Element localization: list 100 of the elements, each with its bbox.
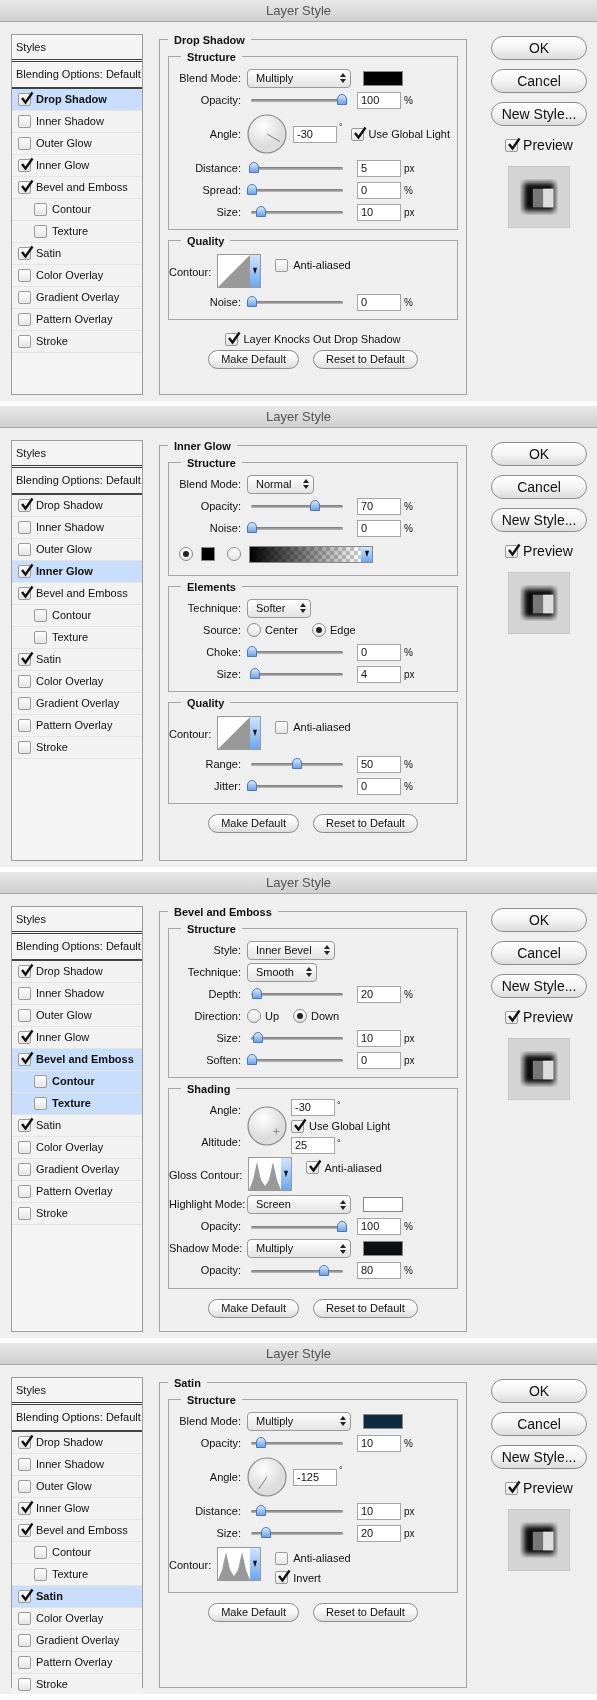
checkbox[interactable] <box>18 1031 31 1044</box>
value-field[interactable]: 10 <box>357 1029 401 1047</box>
checkbox[interactable] <box>18 1656 31 1669</box>
dialog-button[interactable]: New Style... <box>491 102 587 126</box>
slider-thumb[interactable] <box>247 1054 257 1065</box>
checkbox[interactable] <box>18 697 31 710</box>
dialog-button[interactable]: OK <box>491 908 587 932</box>
checkbox[interactable] <box>18 313 31 326</box>
value-field[interactable]: -125 <box>293 1468 337 1486</box>
value-field[interactable]: 0 <box>357 519 401 537</box>
checkbox[interactable] <box>18 521 31 534</box>
value-field[interactable]: 0 <box>357 293 401 311</box>
slider-thumb[interactable] <box>248 162 259 173</box>
checkbox[interactable] <box>34 1568 47 1581</box>
value-field[interactable]: 0 <box>357 643 401 661</box>
dialog-button[interactable]: OK <box>491 442 587 466</box>
angle-dial-icon[interactable] <box>247 1457 287 1497</box>
checkbox[interactable] <box>18 93 31 106</box>
value-field[interactable]: 50 <box>357 755 401 773</box>
style-list-item[interactable]: Satin <box>12 1586 142 1608</box>
checkbox[interactable] <box>18 137 31 150</box>
value-field[interactable]: 5 <box>357 159 401 177</box>
style-list-item[interactable]: Satin <box>12 649 142 671</box>
slider-thumb[interactable] <box>251 988 262 999</box>
dialog-button[interactable]: Cancel <box>491 69 587 93</box>
slider-thumb[interactable] <box>256 1505 266 1516</box>
slider-thumb[interactable] <box>256 206 266 217</box>
radio-button[interactable] <box>247 623 261 637</box>
dialog-button[interactable]: New Style... <box>491 974 587 998</box>
checkbox[interactable] <box>275 258 289 272</box>
checkbox[interactable] <box>18 719 31 732</box>
value-field[interactable]: -30 <box>291 1099 335 1116</box>
value-field[interactable]: 4 <box>357 665 401 683</box>
style-list-item[interactable]: Drop Shadow <box>12 89 142 111</box>
checkbox[interactable] <box>34 225 47 238</box>
slider-thumb[interactable] <box>310 500 320 511</box>
radio-button[interactable] <box>227 547 241 561</box>
style-list-item[interactable]: Drop Shadow <box>12 1432 142 1454</box>
slider-thumb[interactable] <box>247 296 257 307</box>
dialog-button[interactable]: Reset to Default <box>312 814 418 833</box>
checkbox[interactable] <box>18 1185 31 1198</box>
contour-picker[interactable] <box>217 716 262 750</box>
value-field[interactable]: 25 <box>291 1136 335 1154</box>
style-list-item[interactable]: Drop Shadow <box>12 961 142 983</box>
checkbox[interactable] <box>18 291 31 304</box>
checkbox[interactable] <box>350 127 364 141</box>
checkbox[interactable] <box>18 1436 31 1449</box>
value-field[interactable]: 0 <box>357 181 401 199</box>
style-list-item[interactable]: Satin <box>12 243 142 265</box>
checkbox[interactable] <box>34 631 47 644</box>
style-list-item[interactable]: Satin <box>12 1115 142 1137</box>
checkbox[interactable] <box>291 1119 304 1133</box>
radio-button[interactable] <box>247 1009 261 1023</box>
style-list-item[interactable]: Bevel and Emboss <box>12 177 142 199</box>
checkbox[interactable] <box>505 545 519 558</box>
dropdown-select[interactable]: Multiply <box>247 1411 351 1431</box>
slider-thumb[interactable] <box>253 1032 264 1043</box>
slider-thumb[interactable] <box>247 522 257 533</box>
color-swatch[interactable] <box>363 1197 403 1212</box>
checkbox[interactable] <box>34 1546 47 1559</box>
checkbox[interactable] <box>18 1612 31 1625</box>
radio-button[interactable] <box>293 1009 308 1023</box>
value-field[interactable]: 10 <box>357 1502 401 1520</box>
dialog-button[interactable]: Reset to Default <box>312 1603 418 1622</box>
checkbox[interactable] <box>18 587 31 600</box>
style-list-item[interactable]: Inner Glow <box>12 155 142 177</box>
dialog-button[interactable]: OK <box>491 36 587 60</box>
dropdown-select[interactable]: Softer <box>247 598 311 618</box>
checkbox[interactable] <box>34 1097 47 1110</box>
checkbox[interactable] <box>34 203 47 216</box>
color-swatch[interactable] <box>201 547 215 561</box>
dropdown-select[interactable]: Normal <box>247 474 315 494</box>
checkbox[interactable] <box>18 1458 31 1471</box>
value-field[interactable]: 20 <box>357 985 401 1003</box>
dropdown-select[interactable]: Multiply <box>247 68 351 88</box>
slider-thumb[interactable] <box>247 184 257 195</box>
dialog-button[interactable]: Make Default <box>208 814 299 833</box>
slider-thumb[interactable] <box>247 780 257 791</box>
checkbox[interactable] <box>18 1119 31 1132</box>
checkbox[interactable] <box>505 1482 519 1495</box>
style-list-item[interactable]: Bevel and Emboss <box>12 583 142 605</box>
contour-picker[interactable] <box>217 254 262 288</box>
checkbox[interactable] <box>18 543 31 556</box>
dialog-button[interactable]: Make Default <box>208 350 299 369</box>
dialog-button[interactable]: Make Default <box>208 1603 299 1622</box>
style-list-item[interactable]: Texture <box>12 1093 142 1115</box>
color-swatch[interactable] <box>363 1413 403 1429</box>
value-field[interactable]: 10 <box>357 1434 401 1452</box>
dialog-button[interactable]: Cancel <box>491 475 587 499</box>
value-field[interactable]: -30 <box>293 125 337 143</box>
checkbox[interactable] <box>18 1480 31 1493</box>
slider-thumb[interactable] <box>256 1437 266 1448</box>
checkbox[interactable] <box>18 1053 31 1066</box>
slider-thumb[interactable] <box>337 94 347 105</box>
checkbox[interactable] <box>18 1502 31 1515</box>
checkbox[interactable] <box>18 1009 31 1022</box>
radio-button[interactable] <box>179 547 193 561</box>
slider-thumb[interactable] <box>249 668 260 679</box>
checkbox[interactable] <box>505 1011 519 1024</box>
dialog-button[interactable]: Cancel <box>491 1412 587 1436</box>
